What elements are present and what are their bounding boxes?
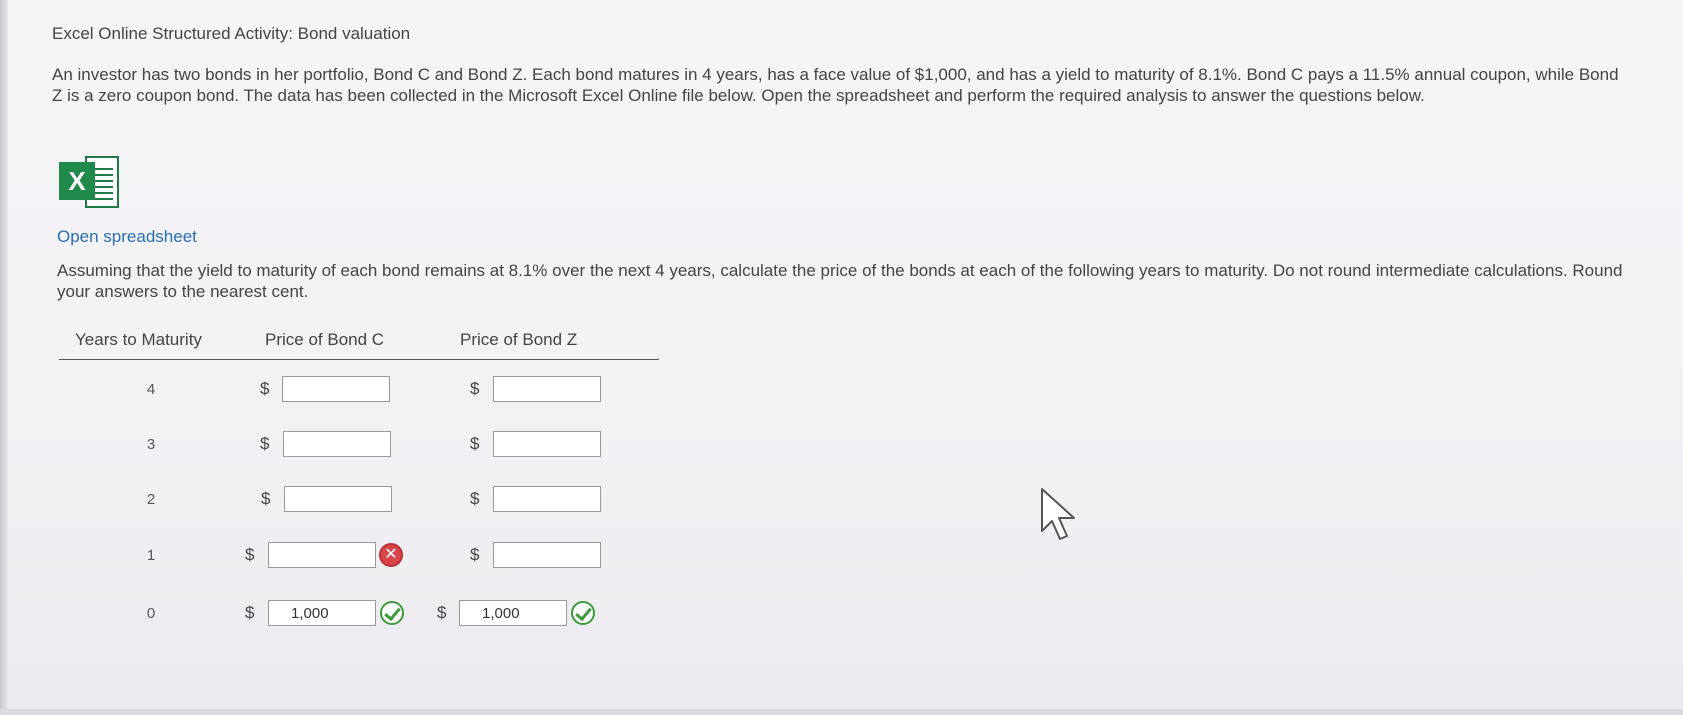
bond-price-table: Years to Maturity Price of Bond C Price … [57, 324, 659, 684]
header-price-bond-c: Price of Bond C [265, 330, 385, 349]
activity-content: Excel Online Structured Activity: Bond v… [52, 24, 1632, 626]
years-to-maturity-value: 4 [146, 381, 156, 398]
table-row: 2 $ $ [57, 484, 657, 514]
activity-intro: An investor has two bonds in her portfol… [52, 65, 1619, 105]
currency-symbol: $ [470, 545, 480, 564]
years-to-maturity-value: 0 [146, 605, 156, 622]
currency-symbol: $ [470, 379, 480, 398]
question-text: Assuming that the yield to maturity of e… [57, 261, 1623, 301]
checkmark-circle-icon [380, 601, 404, 625]
table-row: 1 $ ✕ $ [57, 540, 657, 570]
currency-symbol: $ [470, 434, 480, 453]
screen-bottom-edge [0, 709, 1683, 715]
years-to-maturity-value: 3 [146, 436, 156, 453]
header-price-bond-z: Price of Bond Z [460, 330, 578, 349]
open-spreadsheet-link[interactable]: Open spreadsheet [57, 227, 197, 247]
activity-page: Excel Online Structured Activity: Bond v… [0, 0, 1683, 715]
header-divider [59, 359, 659, 360]
bond-z-price-input[interactable] [493, 486, 601, 512]
bond-z-price-input[interactable] [459, 600, 567, 626]
screen-edge [0, 0, 8, 715]
currency-symbol: $ [245, 545, 255, 564]
activity-title: Excel Online Structured Activity: Bond v… [52, 24, 411, 43]
bond-c-price-input[interactable] [268, 600, 376, 626]
currency-symbol: $ [437, 603, 447, 622]
currency-symbol: $ [245, 603, 255, 622]
currency-symbol: $ [470, 489, 480, 508]
currency-symbol: $ [260, 379, 270, 398]
x-circle-icon: ✕ [379, 543, 403, 567]
excel-badge: X [59, 162, 95, 200]
bond-z-price-input[interactable] [493, 542, 601, 568]
bond-c-price-input[interactable] [282, 376, 390, 402]
table-row: 4 $ $ [57, 374, 657, 404]
excel-icon[interactable]: X [59, 154, 121, 210]
mouse-pointer-icon [1041, 488, 1075, 540]
header-years-to-maturity: Years to Maturity [75, 330, 202, 349]
table-row: 0 $ $ [57, 598, 657, 628]
years-to-maturity-value: 1 [146, 547, 156, 564]
currency-symbol: $ [260, 434, 270, 453]
table-row: 3 $ $ [57, 429, 657, 459]
years-to-maturity-value: 2 [146, 491, 156, 508]
currency-symbol: $ [261, 489, 271, 508]
bond-z-price-input[interactable] [493, 376, 601, 402]
bond-c-price-input[interactable] [268, 542, 376, 568]
bond-c-price-input[interactable] [283, 431, 391, 457]
bond-z-price-input[interactable] [493, 431, 601, 457]
checkmark-circle-icon [571, 601, 595, 625]
bond-c-price-input[interactable] [284, 486, 392, 512]
